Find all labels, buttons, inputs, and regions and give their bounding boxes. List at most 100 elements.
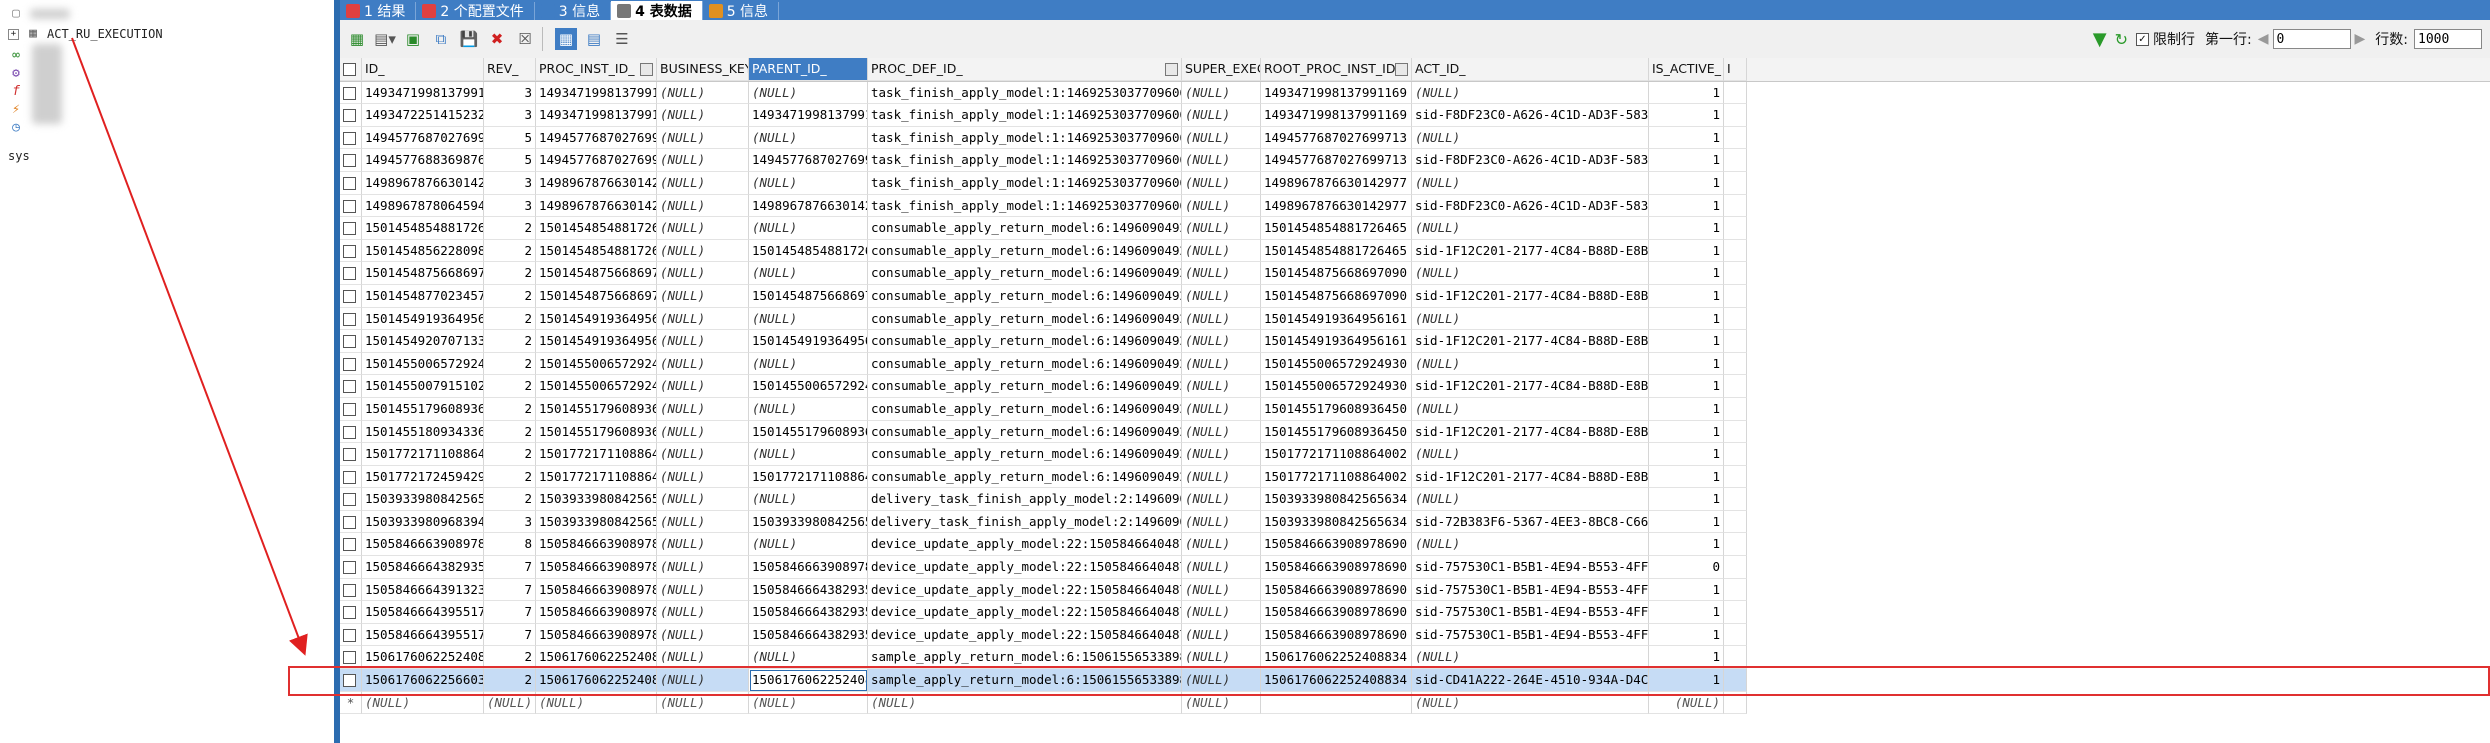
grid-cell[interactable]: (NULL) xyxy=(1412,126,1649,150)
grid-cell[interactable]: sid-72B383F6-5367-4EE3-8BC8-C66773T004BC xyxy=(1412,510,1649,534)
grid-cell[interactable]: sid-1F12C201-2177-4C84-B88D-E8BDEC144A45 xyxy=(1412,330,1649,353)
grid-cell-overflow[interactable] xyxy=(1724,217,1747,240)
grid-cell[interactable]: 1501454919364956161 xyxy=(1261,307,1412,331)
grid-cell[interactable]: 1501454875668697090 xyxy=(1261,262,1412,285)
grid-cell[interactable]: sid-F8DF23C0-A626-4C1D-AD3F-583DDAC6F04D xyxy=(1412,194,1649,218)
grid-cell[interactable]: 1501454919364956161 xyxy=(362,307,484,331)
grid-cell[interactable]: 1501454856228098050 xyxy=(362,239,484,263)
grid-cell-overflow[interactable] xyxy=(1724,81,1747,105)
table-row[interactable]: 150393398096839475431503933980842565634(… xyxy=(340,510,2490,534)
grid-cell[interactable]: (NULL) xyxy=(1182,465,1261,489)
table-row[interactable]: 149347199813799116931493471998137991169(… xyxy=(340,81,2490,105)
grid-cell[interactable]: 1506176062252408834 xyxy=(536,669,657,692)
grid-cell[interactable]: 2 xyxy=(484,397,536,421)
grid-cell[interactable]: (NULL) xyxy=(1182,239,1261,263)
grid-cell[interactable]: consumable_apply_return_model:6:14960904… xyxy=(868,420,1182,444)
grid-cell[interactable]: (NULL) xyxy=(1182,126,1261,150)
row-checkbox-cell[interactable] xyxy=(340,126,362,150)
grid-cell[interactable]: (NULL) xyxy=(749,81,868,105)
grid-cell-overflow[interactable] xyxy=(1724,239,1747,263)
grid-cell[interactable]: 1 xyxy=(1649,420,1724,444)
grid-cell-overflow[interactable] xyxy=(1724,375,1747,398)
grid-cell[interactable]: 1 xyxy=(1649,465,1724,489)
row-checkbox-cell[interactable] xyxy=(340,284,362,308)
row-checkbox[interactable] xyxy=(343,583,356,597)
column-header[interactable]: BUSINESS_KEY_ xyxy=(657,58,749,81)
grid-cell[interactable]: 2 xyxy=(484,646,536,670)
grid-cell[interactable]: 1503933980968394754 xyxy=(362,510,484,534)
new-row-cell[interactable]: (NULL) xyxy=(362,691,484,715)
row-checkbox-cell[interactable] xyxy=(340,623,362,647)
grid-cell[interactable]: consumable_apply_return_model:6:14960904… xyxy=(868,465,1182,489)
grid-cell[interactable]: (NULL) xyxy=(1412,646,1649,670)
grid-cell-overflow[interactable] xyxy=(1724,601,1747,624)
grid-cell[interactable]: device_update_apply_model:22:15058466404… xyxy=(868,601,1182,624)
grid-cell[interactable]: sample_apply_return_model:6:150615565338… xyxy=(868,669,1182,692)
column-header[interactable]: PARENT_ID_ xyxy=(749,58,868,81)
grid-cell[interactable]: (NULL) xyxy=(657,420,749,444)
table-row[interactable]: 150617606225660313821506176062252408834(… xyxy=(340,669,2490,692)
column-header[interactable]: ACT_ID_ xyxy=(1412,58,1649,81)
form-view-icon[interactable]: ▤ xyxy=(583,28,605,50)
grid-cell[interactable]: (NULL) xyxy=(1182,104,1261,127)
grid-cell[interactable]: sid-757530C1-B5B1-4E94-B553-4FFC26C368C4 xyxy=(1412,556,1649,579)
grid-cell[interactable]: 1506176062252408834 xyxy=(536,646,657,670)
grid-cell-overflow[interactable] xyxy=(1724,194,1747,218)
grid-cell[interactable]: (NULL) xyxy=(1412,171,1649,195)
grid-cell[interactable]: 1498967876630142977 xyxy=(536,194,657,218)
grid-cell-overflow[interactable] xyxy=(1724,510,1747,534)
grid-cell[interactable]: 1505846663908978690 xyxy=(1261,533,1412,557)
grid-cell[interactable]: 1501454854881726465 xyxy=(536,239,657,263)
grid-cell[interactable]: (NULL) xyxy=(1182,262,1261,285)
row-checkbox-cell[interactable] xyxy=(340,149,362,172)
grid-cell[interactable]: consumable_apply_return_model:6:14960904… xyxy=(868,307,1182,331)
grid-cell[interactable]: 1501455006572924930 xyxy=(536,352,657,376)
grid-cell[interactable]: 1505846663908978690 xyxy=(362,533,484,557)
grid-cell[interactable]: 1505846663908978690 xyxy=(536,578,657,602)
grid-cell-overflow[interactable] xyxy=(1724,488,1747,511)
grid-cell[interactable]: consumable_apply_return_model:6:14960904… xyxy=(868,217,1182,240)
grid-cell[interactable]: 1494577687027699713 xyxy=(536,149,657,172)
grid-cell[interactable]: 1505846664382935041 xyxy=(749,578,868,602)
grid-cell-overflow[interactable] xyxy=(1724,533,1747,557)
grid-cell[interactable]: 1 xyxy=(1649,533,1724,557)
grid-cell[interactable]: sid-F8DF23C0-A626-4C1D-AD3F-583DDAC6F04D xyxy=(1412,104,1649,127)
grid-cell[interactable]: (NULL) xyxy=(1182,578,1261,602)
row-checkbox[interactable] xyxy=(343,289,356,303)
tree-node-act-ru-execution[interactable]: + ▦ ACT_RU_EXECUTION xyxy=(8,24,163,44)
row-checkbox[interactable] xyxy=(343,651,356,665)
table-row[interactable]: 150393398084256563421503933980842565634(… xyxy=(340,488,2490,511)
grid-cell[interactable]: consumable_apply_return_model:6:14960904… xyxy=(868,239,1182,263)
row-checkbox[interactable] xyxy=(343,154,356,168)
table-row[interactable]: 150584666439551795371505846663908978690(… xyxy=(340,601,2490,624)
grid-cell-overflow[interactable] xyxy=(1724,646,1747,670)
rows-count-input[interactable] xyxy=(2414,29,2482,49)
grid-cell[interactable]: 1501455179608936450 xyxy=(536,397,657,421)
grid-cell[interactable]: 1501454875668697090 xyxy=(536,284,657,308)
grid-cell[interactable]: 1503933980842565634 xyxy=(536,488,657,511)
new-row-cell[interactable]: (NULL) xyxy=(657,691,749,715)
grid-cell[interactable]: (NULL) xyxy=(1182,556,1261,579)
grid-cell[interactable]: 1494577687027699713 xyxy=(1261,149,1412,172)
grid-cell[interactable]: (NULL) xyxy=(657,556,749,579)
column-filter-icon[interactable] xyxy=(1395,63,1408,76)
row-checkbox-cell[interactable] xyxy=(340,465,362,489)
table-row[interactable]: 150584666439132365071505846663908978690(… xyxy=(340,578,2490,602)
row-checkbox-cell[interactable] xyxy=(340,171,362,195)
grid-cell[interactable]: (NULL) xyxy=(657,104,749,127)
grid-cell[interactable]: 1501772171108864002 xyxy=(536,443,657,466)
grid-cell[interactable]: (NULL) xyxy=(749,171,868,195)
grid-cell[interactable]: 2 xyxy=(484,262,536,285)
grid-cell[interactable]: (NULL) xyxy=(749,126,868,150)
grid-cell[interactable]: 1 xyxy=(1649,443,1724,466)
grid-cell[interactable]: 1493471998137991169 xyxy=(536,81,657,105)
row-checkbox-cell[interactable] xyxy=(340,443,362,466)
grid-cell[interactable]: 1501455006572924930 xyxy=(1261,352,1412,376)
grid-cell[interactable]: 1501454919364956161 xyxy=(536,330,657,353)
grid-cell[interactable]: delivery_task_finish_apply_model:2:14960… xyxy=(868,488,1182,511)
grid-cell[interactable]: (NULL) xyxy=(1182,284,1261,308)
grid-cell[interactable]: 1498967876630142977 xyxy=(749,194,868,218)
grid-cell[interactable]: 1501455006572924930 xyxy=(1261,375,1412,398)
grid-cell[interactable]: sample_apply_return_model:6:150615565338… xyxy=(868,646,1182,670)
grid-cell[interactable]: 1 xyxy=(1649,669,1724,692)
